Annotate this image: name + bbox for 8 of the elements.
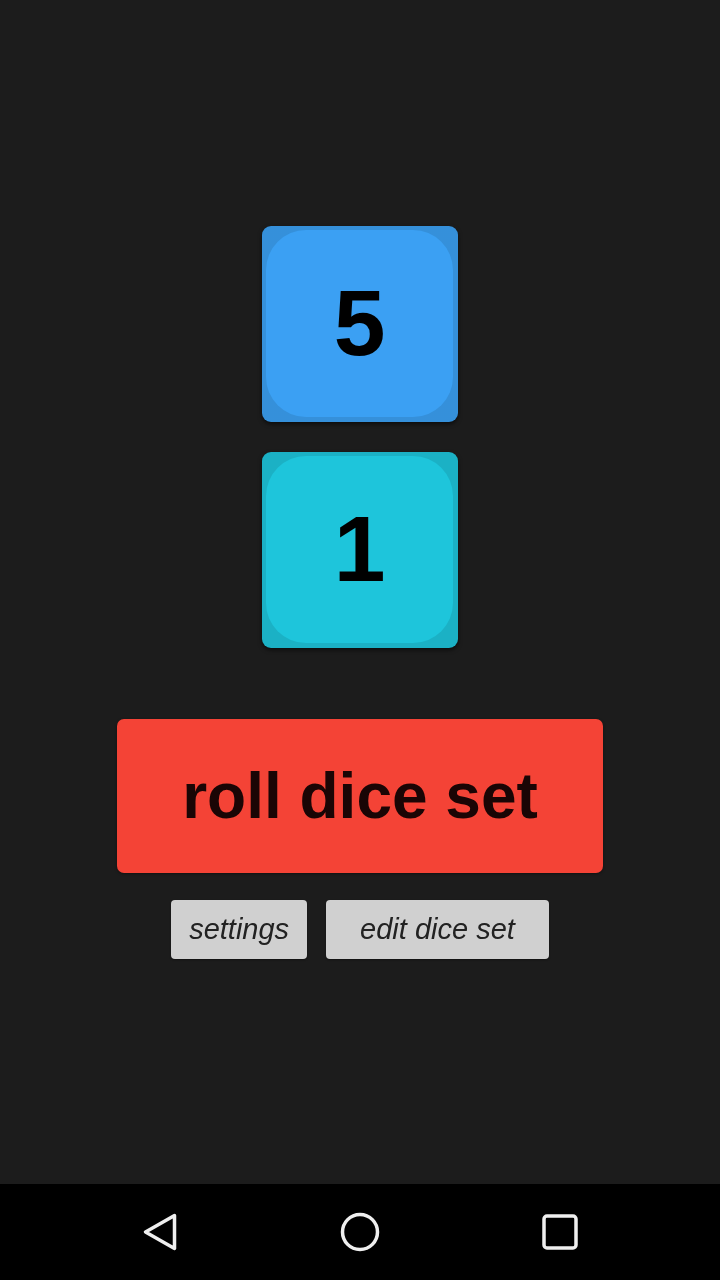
settings-button[interactable]: settings bbox=[171, 900, 308, 959]
roll-button[interactable]: roll dice set bbox=[117, 719, 603, 873]
die-value: 1 bbox=[333, 503, 386, 596]
home-icon[interactable] bbox=[340, 1212, 380, 1252]
edit-button[interactable]: edit dice set bbox=[326, 900, 549, 959]
recents-icon[interactable] bbox=[542, 1214, 578, 1250]
back-icon[interactable] bbox=[143, 1213, 177, 1251]
die-value: 5 bbox=[333, 277, 386, 370]
